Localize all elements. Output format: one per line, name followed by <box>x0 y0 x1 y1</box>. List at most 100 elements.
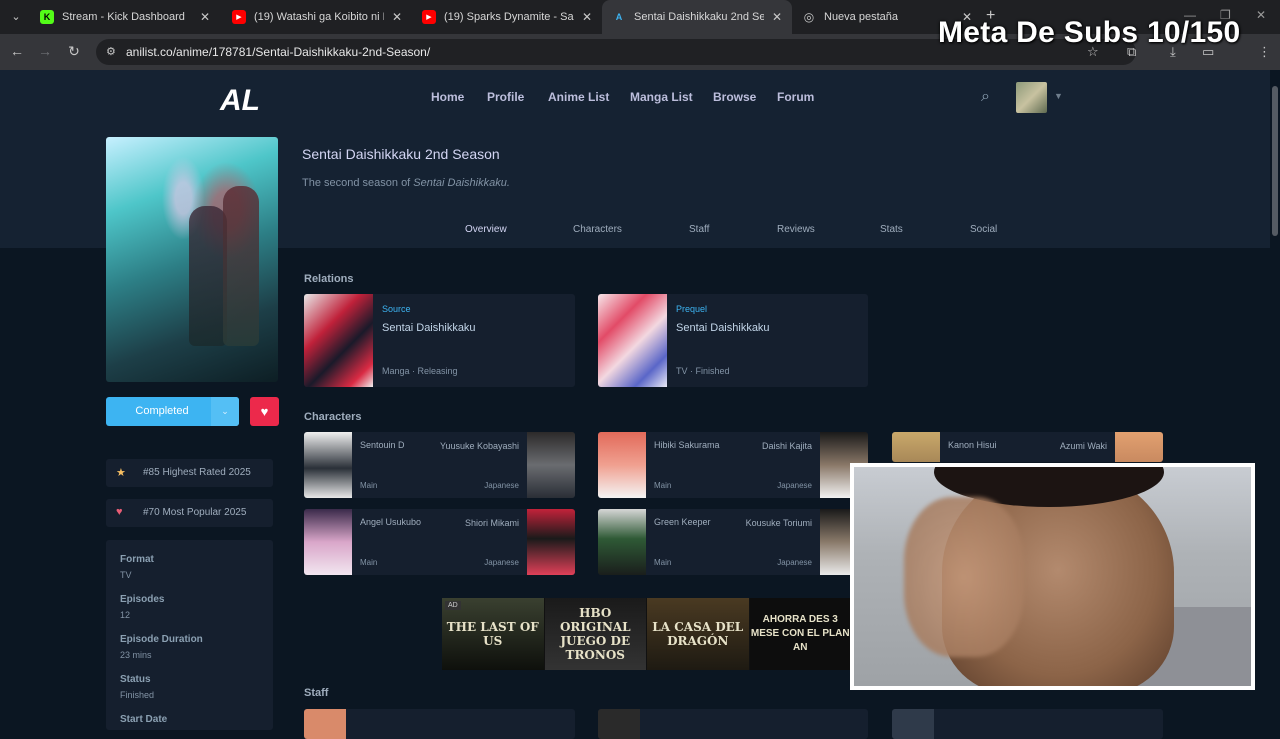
close-icon[interactable]: ✕ <box>582 10 592 24</box>
ad-badge: AD <box>445 601 461 610</box>
staff-card[interactable] <box>598 709 868 739</box>
tab-characters[interactable]: Characters <box>573 224 622 235</box>
list-status-button[interactable]: Completed ⌄ <box>106 397 239 426</box>
favourite-button[interactable]: ♥ <box>250 397 279 426</box>
forward-icon[interactable]: → <box>36 43 54 59</box>
voice-actor-image <box>527 432 575 498</box>
media-description: The second season of Sentai Daishikkaku. <box>302 177 510 189</box>
character-card[interactable]: Sentouin D Main Yuusuke Kobayashi Japane… <box>304 432 575 498</box>
tab-stats[interactable]: Stats <box>880 224 903 235</box>
ad-banner[interactable]: THE LAST OF US HBO ORIGINAL JUEGO DE TRO… <box>442 598 852 670</box>
description-text: The second season of <box>302 177 414 189</box>
relation-card[interactable]: Source Sentai Daishikkaku Manga · Releas… <box>304 294 575 387</box>
tab-overview[interactable]: Overview <box>465 224 507 235</box>
character-card[interactable]: Angel Usukubo Main Shiori Mikami Japanes… <box>304 509 575 575</box>
webcam-overlay <box>850 463 1255 690</box>
relation-meta: TV · Finished <box>676 366 730 376</box>
detail-label: Episodes <box>120 594 165 605</box>
voice-actor-name[interactable]: Yuusuke Kobayashi <box>429 440 519 453</box>
site-info-icon[interactable]: ⚙ <box>106 45 116 58</box>
reload-icon[interactable]: ↻ <box>65 43 83 60</box>
nav-anime-list[interactable]: Anime List <box>548 90 630 104</box>
nav-manga-list[interactable]: Manga List <box>630 90 713 104</box>
close-window-icon[interactable]: ✕ <box>1256 8 1266 22</box>
staff-card[interactable] <box>892 709 1163 739</box>
scrollbar-thumb[interactable] <box>1272 86 1278 236</box>
more-menu-icon[interactable]: ⋮ <box>1258 44 1271 60</box>
relation-card[interactable]: Prequel Sentai Daishikkaku TV · Finished <box>598 294 868 387</box>
detail-duration: Episode Duration 23 mins <box>120 634 203 660</box>
chevron-down-icon[interactable]: ▼ <box>1054 91 1063 101</box>
character-card[interactable]: Green Keeper Main Kousuke Toriumi Japane… <box>598 509 868 575</box>
close-icon[interactable]: ✕ <box>200 10 210 24</box>
status-label: Completed <box>135 405 189 417</box>
nav-profile[interactable]: Profile <box>487 90 548 104</box>
voice-actor-name[interactable]: Kousuke Toriumi <box>722 517 812 530</box>
nav-forum[interactable]: Forum <box>777 90 827 104</box>
nav-home[interactable]: Home <box>431 90 487 104</box>
ranking-card[interactable]: ♥ #70 Most Popular 2025 <box>106 499 273 527</box>
voice-actor-image <box>1115 432 1163 462</box>
media-title: Sentai Daishikkaku 2nd Season <box>302 146 500 162</box>
cover-figure <box>222 186 259 346</box>
browser-tab[interactable]: K Stream - Kick Dashboard ✕ <box>30 0 220 34</box>
tab-staff[interactable]: Staff <box>689 224 709 235</box>
ad-tile[interactable]: AHORRA DES 3 MESE CON EL PLAN AN <box>749 598 852 670</box>
ranking-text: #70 Most Popular 2025 <box>143 507 247 518</box>
back-icon[interactable]: ← <box>8 43 26 59</box>
close-icon[interactable]: ✕ <box>392 10 402 24</box>
staff-image <box>892 709 934 739</box>
relation-cover <box>598 294 667 387</box>
character-card[interactable]: Hibiki Sakurama Main Daishi Kajita Japan… <box>598 432 868 498</box>
tab-social[interactable]: Social <box>970 224 997 235</box>
page-scrollbar[interactable] <box>1270 70 1280 720</box>
close-icon[interactable]: ✕ <box>772 10 782 24</box>
character-role: Main <box>654 558 672 567</box>
youtube-icon: ▶ <box>232 10 246 24</box>
detail-status: Status Finished <box>120 674 154 700</box>
detail-label: Episode Duration <box>120 634 203 645</box>
browser-tab-active[interactable]: A Sentai Daishikkaku 2nd Season ✕ <box>602 0 792 34</box>
browser-tab[interactable]: ▶ (19) Watashi ga Koibito ni Nare ✕ <box>222 0 412 34</box>
chrome-icon: ◎ <box>803 10 815 24</box>
tab-title: Sentai Daishikkaku 2nd Season <box>634 11 764 23</box>
heart-icon: ♥ <box>260 404 269 419</box>
relation-meta: Manga · Releasing <box>382 366 458 376</box>
tab-title: Stream - Kick Dashboard <box>62 11 185 23</box>
tab-title: Nueva pestaña <box>824 11 898 23</box>
chevron-down-icon[interactable]: ⌄ <box>6 8 26 26</box>
voice-actor-name[interactable]: Azumi Waki <box>1017 440 1107 453</box>
tab-reviews[interactable]: Reviews <box>777 224 815 235</box>
staff-image <box>598 709 640 739</box>
voice-actor-language: Japanese <box>484 558 519 567</box>
voice-actor-name[interactable]: Daishi Kajita <box>722 440 812 453</box>
character-role: Main <box>360 558 378 567</box>
tab-title: (19) Sparks Dynamite - Samura <box>444 11 574 23</box>
ranking-card[interactable]: ★ #85 Highest Rated 2025 <box>106 459 273 487</box>
ad-tile[interactable]: LA CASA DEL DRAGÓN <box>647 598 750 670</box>
description-italic: Sentai Daishikkaku. <box>413 177 510 189</box>
search-icon[interactable]: ⌕ <box>981 88 990 106</box>
user-avatar[interactable] <box>1016 82 1047 113</box>
logo-text: AL <box>220 84 260 117</box>
staff-card[interactable] <box>304 709 575 739</box>
staff-image <box>304 709 346 739</box>
chevron-down-icon[interactable]: ⌄ <box>211 397 239 426</box>
character-role: Main <box>654 481 672 490</box>
cover-image <box>106 137 278 382</box>
ad-tile[interactable]: HBO ORIGINAL JUEGO DE TRONOS <box>544 598 647 670</box>
anilist-logo[interactable]: AL <box>220 84 260 118</box>
voice-actor-language: Japanese <box>777 558 812 567</box>
tab-title: (19) Watashi ga Koibito ni Nare <box>254 11 384 23</box>
relation-type: Source <box>382 304 411 314</box>
character-role: Main <box>360 481 378 490</box>
characters-heading: Characters <box>304 411 362 423</box>
ranking-text: #85 Highest Rated 2025 <box>143 467 251 478</box>
nav-browse[interactable]: Browse <box>713 90 777 104</box>
browser-tab[interactable]: ▶ (19) Sparks Dynamite - Samura ✕ <box>412 0 602 34</box>
details-panel: Format TV Episodes 12 Episode Duration 2… <box>106 540 273 730</box>
url-text[interactable]: anilist.co/anime/178781/Sentai-Daishikka… <box>126 45 430 59</box>
character-card[interactable]: Kanon Hisui Azumi Waki <box>892 432 1163 462</box>
voice-actor-language: Japanese <box>484 481 519 490</box>
voice-actor-name[interactable]: Shiori Mikami <box>429 517 519 530</box>
